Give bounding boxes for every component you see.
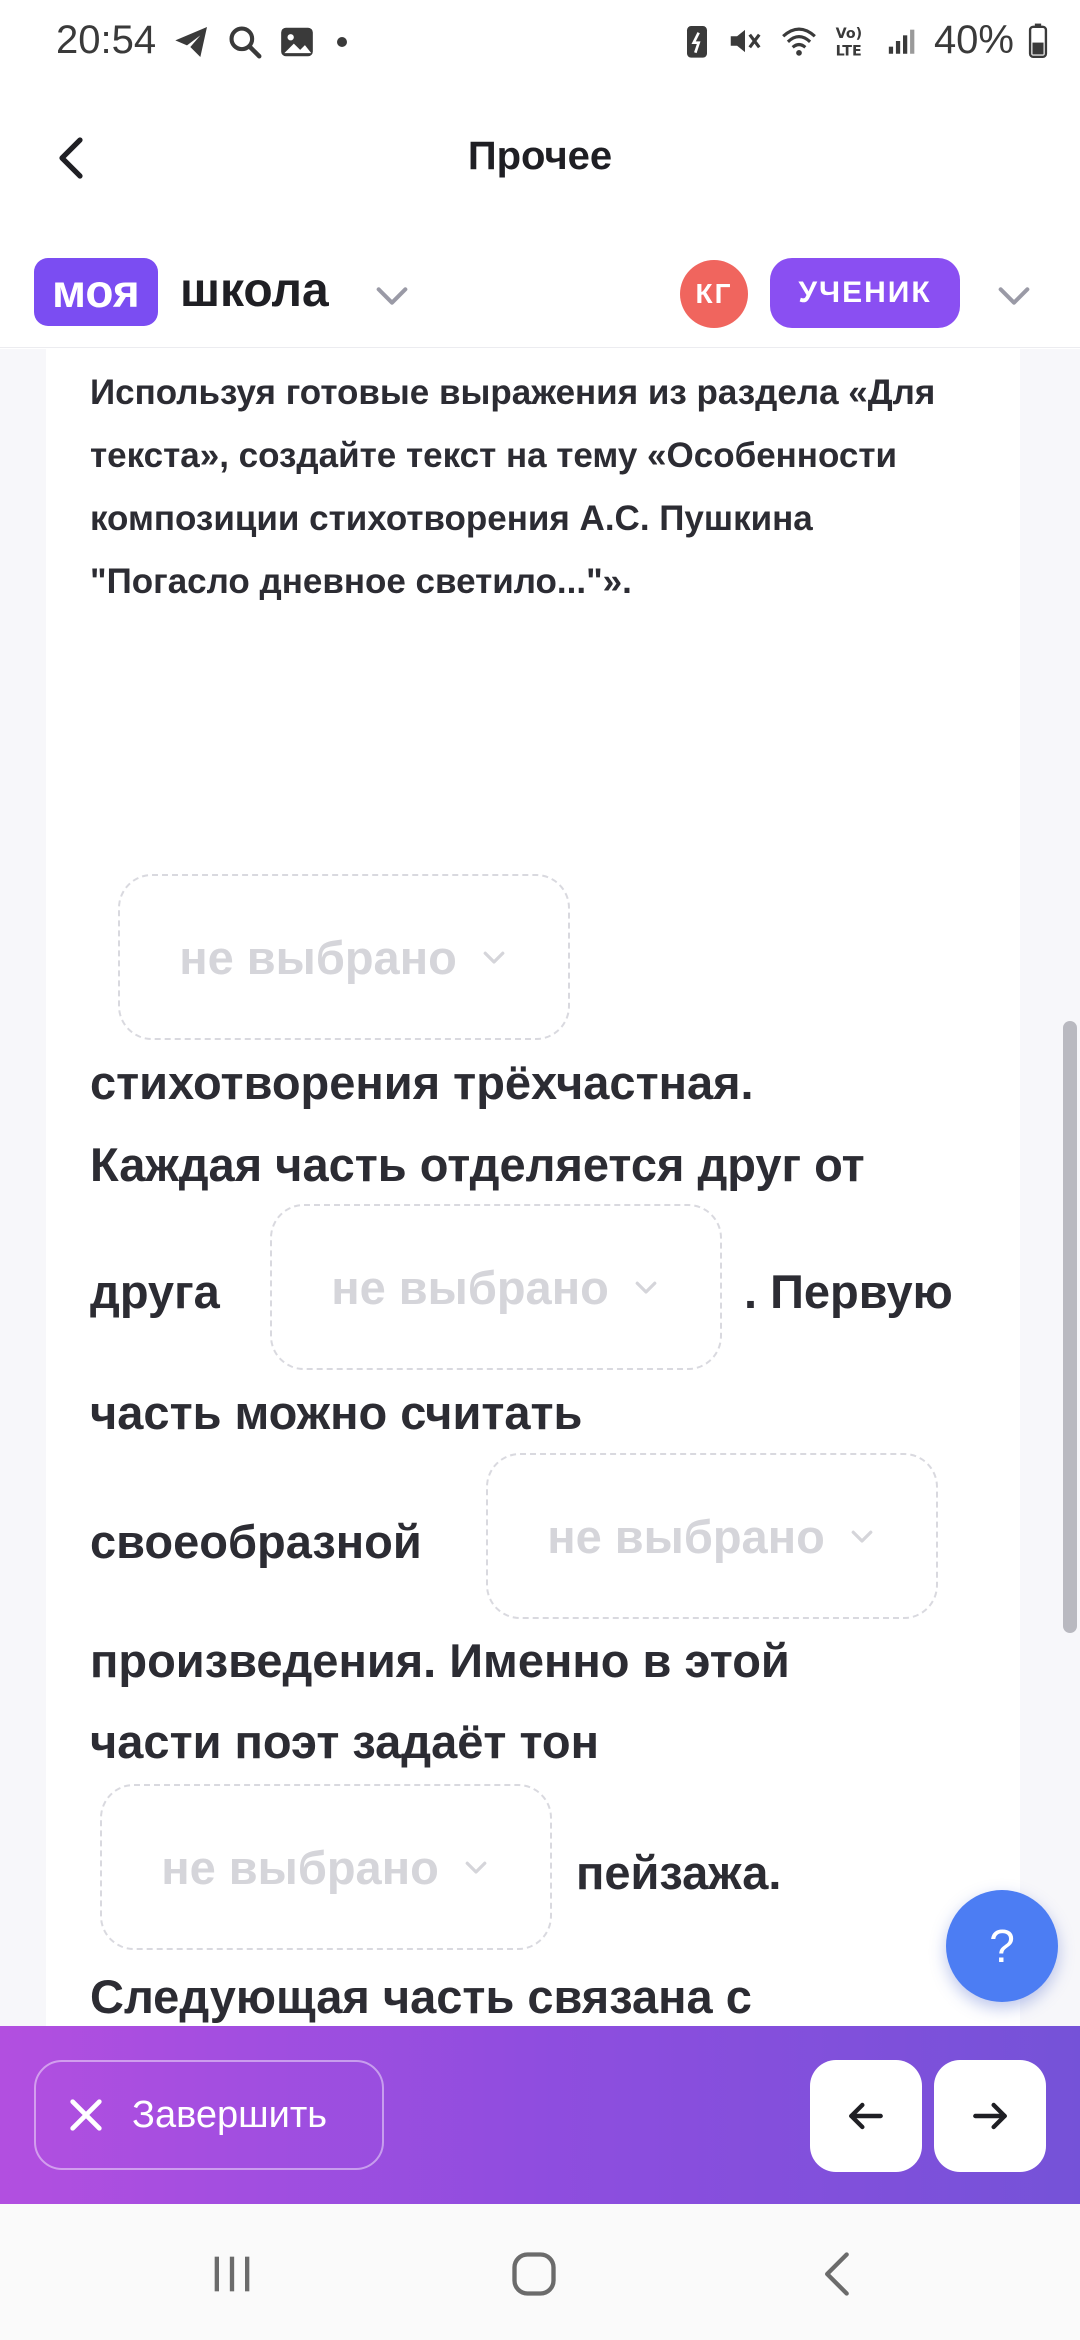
chevron-down-icon xyxy=(465,1861,487,1874)
battery-icon xyxy=(1028,23,1048,58)
back-icon[interactable] xyxy=(812,2248,864,2300)
dropdown-placeholder: не выбрано xyxy=(547,1509,825,1563)
text-fragment-10: Следующая часть связана с xyxy=(90,1970,752,2023)
dropdown-placeholder: не выбрано xyxy=(179,930,457,984)
app-header: Прочее xyxy=(0,92,1080,224)
avatar[interactable]: КГ xyxy=(680,260,748,328)
content-area[interactable]: Используя готовые выражения из раздела «… xyxy=(0,349,1080,2026)
chevron-down-icon[interactable] xyxy=(994,276,1034,316)
recent-apps-icon[interactable] xyxy=(206,2248,258,2300)
text-fragment-1: стихотворения трёхчастная. xyxy=(90,1056,754,1109)
system-navigation-bar xyxy=(0,2204,1080,2340)
prev-button[interactable] xyxy=(810,2060,922,2172)
volte-icon: Vo) LTE xyxy=(836,25,863,59)
text-fragment-2: Каждая часть отделяется друг от xyxy=(90,1138,865,1191)
text-fragment-5: часть можно считать xyxy=(90,1386,583,1439)
dot-icon xyxy=(337,37,347,47)
brand-bar: моя школа КГ УЧЕНИК xyxy=(0,236,1080,348)
text-fragment-7: произведения. Именно в этой xyxy=(90,1634,790,1687)
answer-dropdown-2[interactable]: не выбрано xyxy=(270,1204,722,1370)
gallery-icon xyxy=(281,27,313,57)
finish-button[interactable]: Завершить xyxy=(34,2060,384,2170)
mute-icon xyxy=(730,29,761,52)
home-icon[interactable] xyxy=(508,2248,560,2300)
logo-moya[interactable]: моя xyxy=(34,258,158,326)
signal-icon xyxy=(888,29,915,54)
chevron-down-icon xyxy=(851,1530,873,1543)
chevron-down-icon[interactable] xyxy=(372,276,412,316)
logo-shkola[interactable]: школа xyxy=(180,258,329,324)
role-badge[interactable]: УЧЕНИК xyxy=(770,258,960,328)
dropdown-placeholder: не выбрано xyxy=(331,1260,609,1314)
text-fragment-6: своеобразной xyxy=(90,1515,422,1568)
text-fragment-9: пейзажа. xyxy=(576,1846,782,1899)
page-title: Прочее xyxy=(467,134,613,178)
svg-text:LTE: LTE xyxy=(836,43,862,59)
telegram-icon xyxy=(175,27,207,57)
arrow-right-icon xyxy=(973,2102,1007,2130)
svg-text:Vo): Vo) xyxy=(836,25,863,41)
answer-dropdown-3[interactable]: не выбрано xyxy=(486,1453,938,1619)
battery-percent: 40% xyxy=(933,18,1014,62)
search-icon xyxy=(229,26,262,59)
system-status-icons: Vo) LTE 40% xyxy=(682,18,1048,63)
bottom-action-bar: Завершить xyxy=(0,2026,1080,2204)
arrow-left-icon xyxy=(849,2102,883,2130)
notification-icons xyxy=(172,22,354,62)
task-instruction: Используя готовые выражения из раздела «… xyxy=(90,373,936,601)
status-bar: 20:54 Vo) LTE 40% xyxy=(0,0,1080,92)
scrollbar-thumb[interactable] xyxy=(1063,1021,1077,1633)
answer-dropdown-4[interactable]: не выбрано xyxy=(100,1784,552,1950)
next-button[interactable] xyxy=(934,2060,1046,2172)
dropdown-placeholder: не выбрано xyxy=(161,1840,439,1894)
text-fragment-8: части поэт задаёт тон xyxy=(90,1715,599,1768)
finish-label: Завершить xyxy=(132,2093,328,2136)
status-time: 20:54 xyxy=(56,18,157,62)
text-fragment-4: . Первую xyxy=(744,1265,953,1318)
close-icon xyxy=(70,2099,102,2131)
help-button[interactable]: ? xyxy=(946,1890,1058,2002)
chevron-down-icon xyxy=(483,951,505,964)
battery-saver-icon xyxy=(686,25,707,58)
wifi-icon xyxy=(782,27,816,56)
chevron-down-icon xyxy=(635,1281,657,1294)
answer-dropdown-1[interactable]: не выбрано xyxy=(118,874,570,1040)
text-fragment-3: друга xyxy=(90,1265,220,1318)
